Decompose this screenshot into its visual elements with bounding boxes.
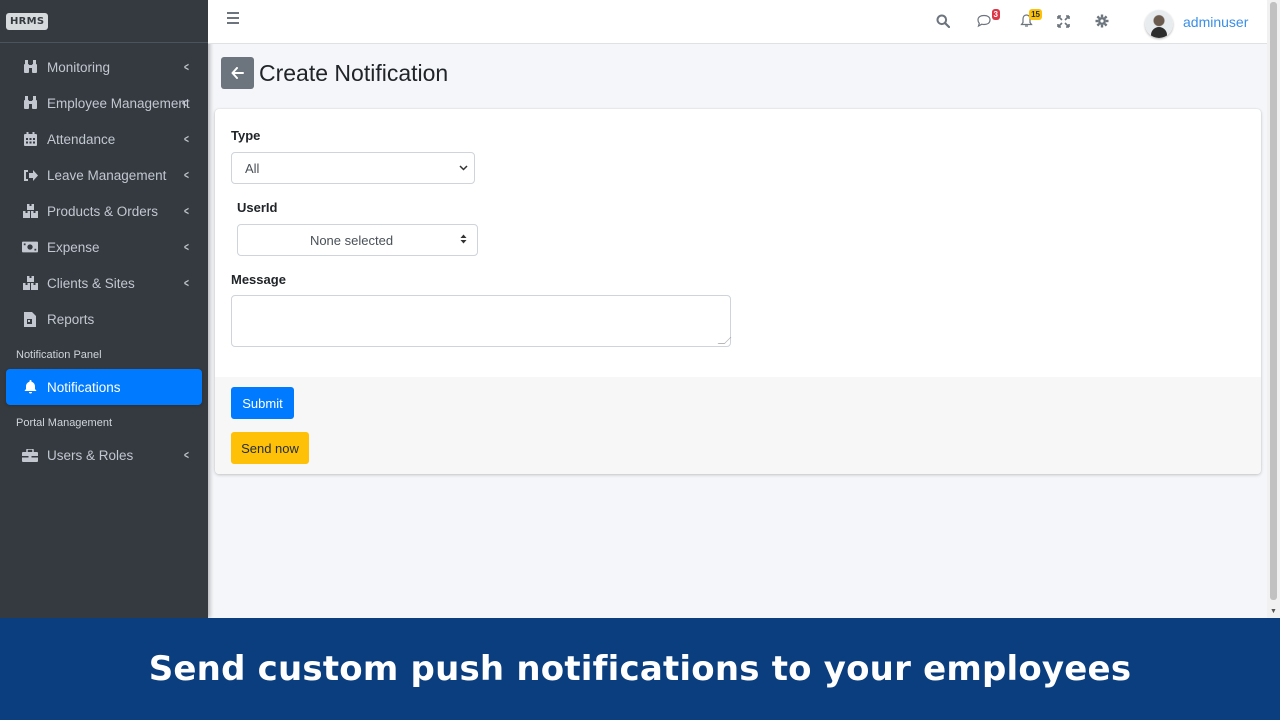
brand-logo[interactable]: HRMS (6, 12, 49, 30)
scrollbar-thumb[interactable] (1270, 2, 1277, 600)
sidebar-item-expense[interactable]: Expense < (6, 229, 202, 265)
page-title: Create Notification (259, 59, 449, 86)
sidebar-item-label: Products & Orders (47, 203, 159, 219)
banner-text: Send custom push notifications to your e… (148, 649, 1132, 689)
send-now-button[interactable]: Send now (231, 432, 309, 464)
notifications-badge: 15 (1029, 9, 1042, 20)
sidebar-item-label: Notifications (47, 379, 121, 395)
binoculars-icon (22, 59, 38, 75)
sidebar-item-label: Employee Management (47, 95, 190, 111)
chevron-down-icon (459, 163, 468, 174)
sidebar-item-users-roles[interactable]: Users & Roles < (6, 437, 202, 473)
sidebar-item-attendance[interactable]: Attendance < (6, 121, 202, 157)
chevron-left-icon: < (184, 60, 189, 74)
userid-multiselect[interactable]: None selected (237, 224, 478, 256)
users-cog-icon (22, 447, 38, 463)
back-button[interactable] (221, 57, 254, 89)
username-link[interactable]: adminuser (1183, 14, 1248, 30)
sidebar-item-label: Reports (47, 311, 95, 327)
sidebar-nav: Monitoring < Employee Management < Atten… (0, 43, 208, 473)
chevron-left-icon: < (182, 96, 187, 110)
sidebar-item-label: Attendance (47, 131, 116, 147)
sort-icon (460, 234, 467, 247)
card-footer (215, 377, 1261, 474)
sidebar-item-label: Expense (47, 239, 100, 255)
userid-select-value: None selected (309, 232, 394, 248)
sidebar-item-label: Leave Management (47, 167, 167, 183)
sidebar: HRMS Monitoring < Employee Management < … (0, 0, 208, 618)
sidebar-item-clients-sites[interactable]: Clients & Sites < (6, 265, 202, 301)
messages-badge: 3 (991, 9, 1000, 20)
sidebar-item-products-orders[interactable]: Products & Orders < (6, 193, 202, 229)
messages-icon[interactable]: 3 (975, 9, 1000, 30)
userid-label: UserId (237, 200, 278, 215)
sidebar-item-label: Users & Roles (47, 447, 134, 463)
notification-form-card: Type All UserId None selected Message Su… (215, 109, 1261, 474)
binoculars-icon (22, 95, 38, 111)
sidebar-item-label: Monitoring (47, 59, 111, 75)
sidebar-item-label: Clients & Sites (47, 275, 135, 291)
chevron-left-icon: < (184, 204, 189, 218)
search-icon[interactable] (934, 12, 952, 30)
calendar-icon (22, 131, 38, 147)
arrow-left-icon (231, 67, 244, 79)
fullscreen-icon[interactable] (1054, 12, 1072, 30)
file-pdf-icon (22, 311, 38, 327)
nav-header-portal-management: Portal Management (16, 417, 112, 429)
resize-handle-icon[interactable] (717, 337, 732, 344)
sidebar-item-employee-management[interactable]: Employee Management < (6, 85, 202, 121)
brand[interactable]: HRMS (0, 0, 208, 43)
sign-out-icon (22, 167, 38, 183)
gear-icon[interactable] (1093, 12, 1111, 30)
notifications-bell-icon[interactable]: 15 (1017, 9, 1042, 30)
chevron-left-icon: < (184, 240, 189, 254)
sidebar-item-leave-management[interactable]: Leave Management < (6, 157, 202, 193)
hamburger-menu-icon[interactable] (227, 12, 239, 24)
chevron-left-icon: < (184, 132, 189, 146)
message-textarea[interactable] (231, 295, 732, 347)
page-scrollbar[interactable]: ▼ (1267, 0, 1280, 618)
nav-header-notification-panel: Notification Panel (16, 349, 102, 361)
topbar: 3 15 adminuser (208, 0, 1267, 44)
chevron-left-icon: < (184, 276, 189, 290)
promo-banner: Send custom push notifications to your e… (0, 618, 1280, 720)
submit-button[interactable]: Submit (231, 387, 294, 419)
sidebar-item-notifications[interactable]: Notifications (6, 369, 202, 405)
message-label: Message (231, 272, 286, 287)
chevron-left-icon: < (184, 168, 189, 182)
sidebar-item-reports[interactable]: Reports (6, 301, 202, 337)
scroll-down-arrow-icon[interactable]: ▼ (1270, 608, 1277, 615)
money-bill-icon (22, 239, 38, 255)
avatar[interactable] (1145, 10, 1173, 38)
type-select[interactable]: All (231, 152, 475, 184)
chevron-left-icon: < (184, 448, 189, 462)
boxes-icon (22, 203, 38, 219)
type-label: Type (231, 128, 261, 143)
sidebar-item-monitoring[interactable]: Monitoring < (6, 49, 202, 85)
bell-icon (22, 379, 38, 395)
content-header: Create Notification (221, 57, 448, 89)
type-select-value: All (245, 160, 260, 176)
boxes-icon (22, 275, 38, 291)
